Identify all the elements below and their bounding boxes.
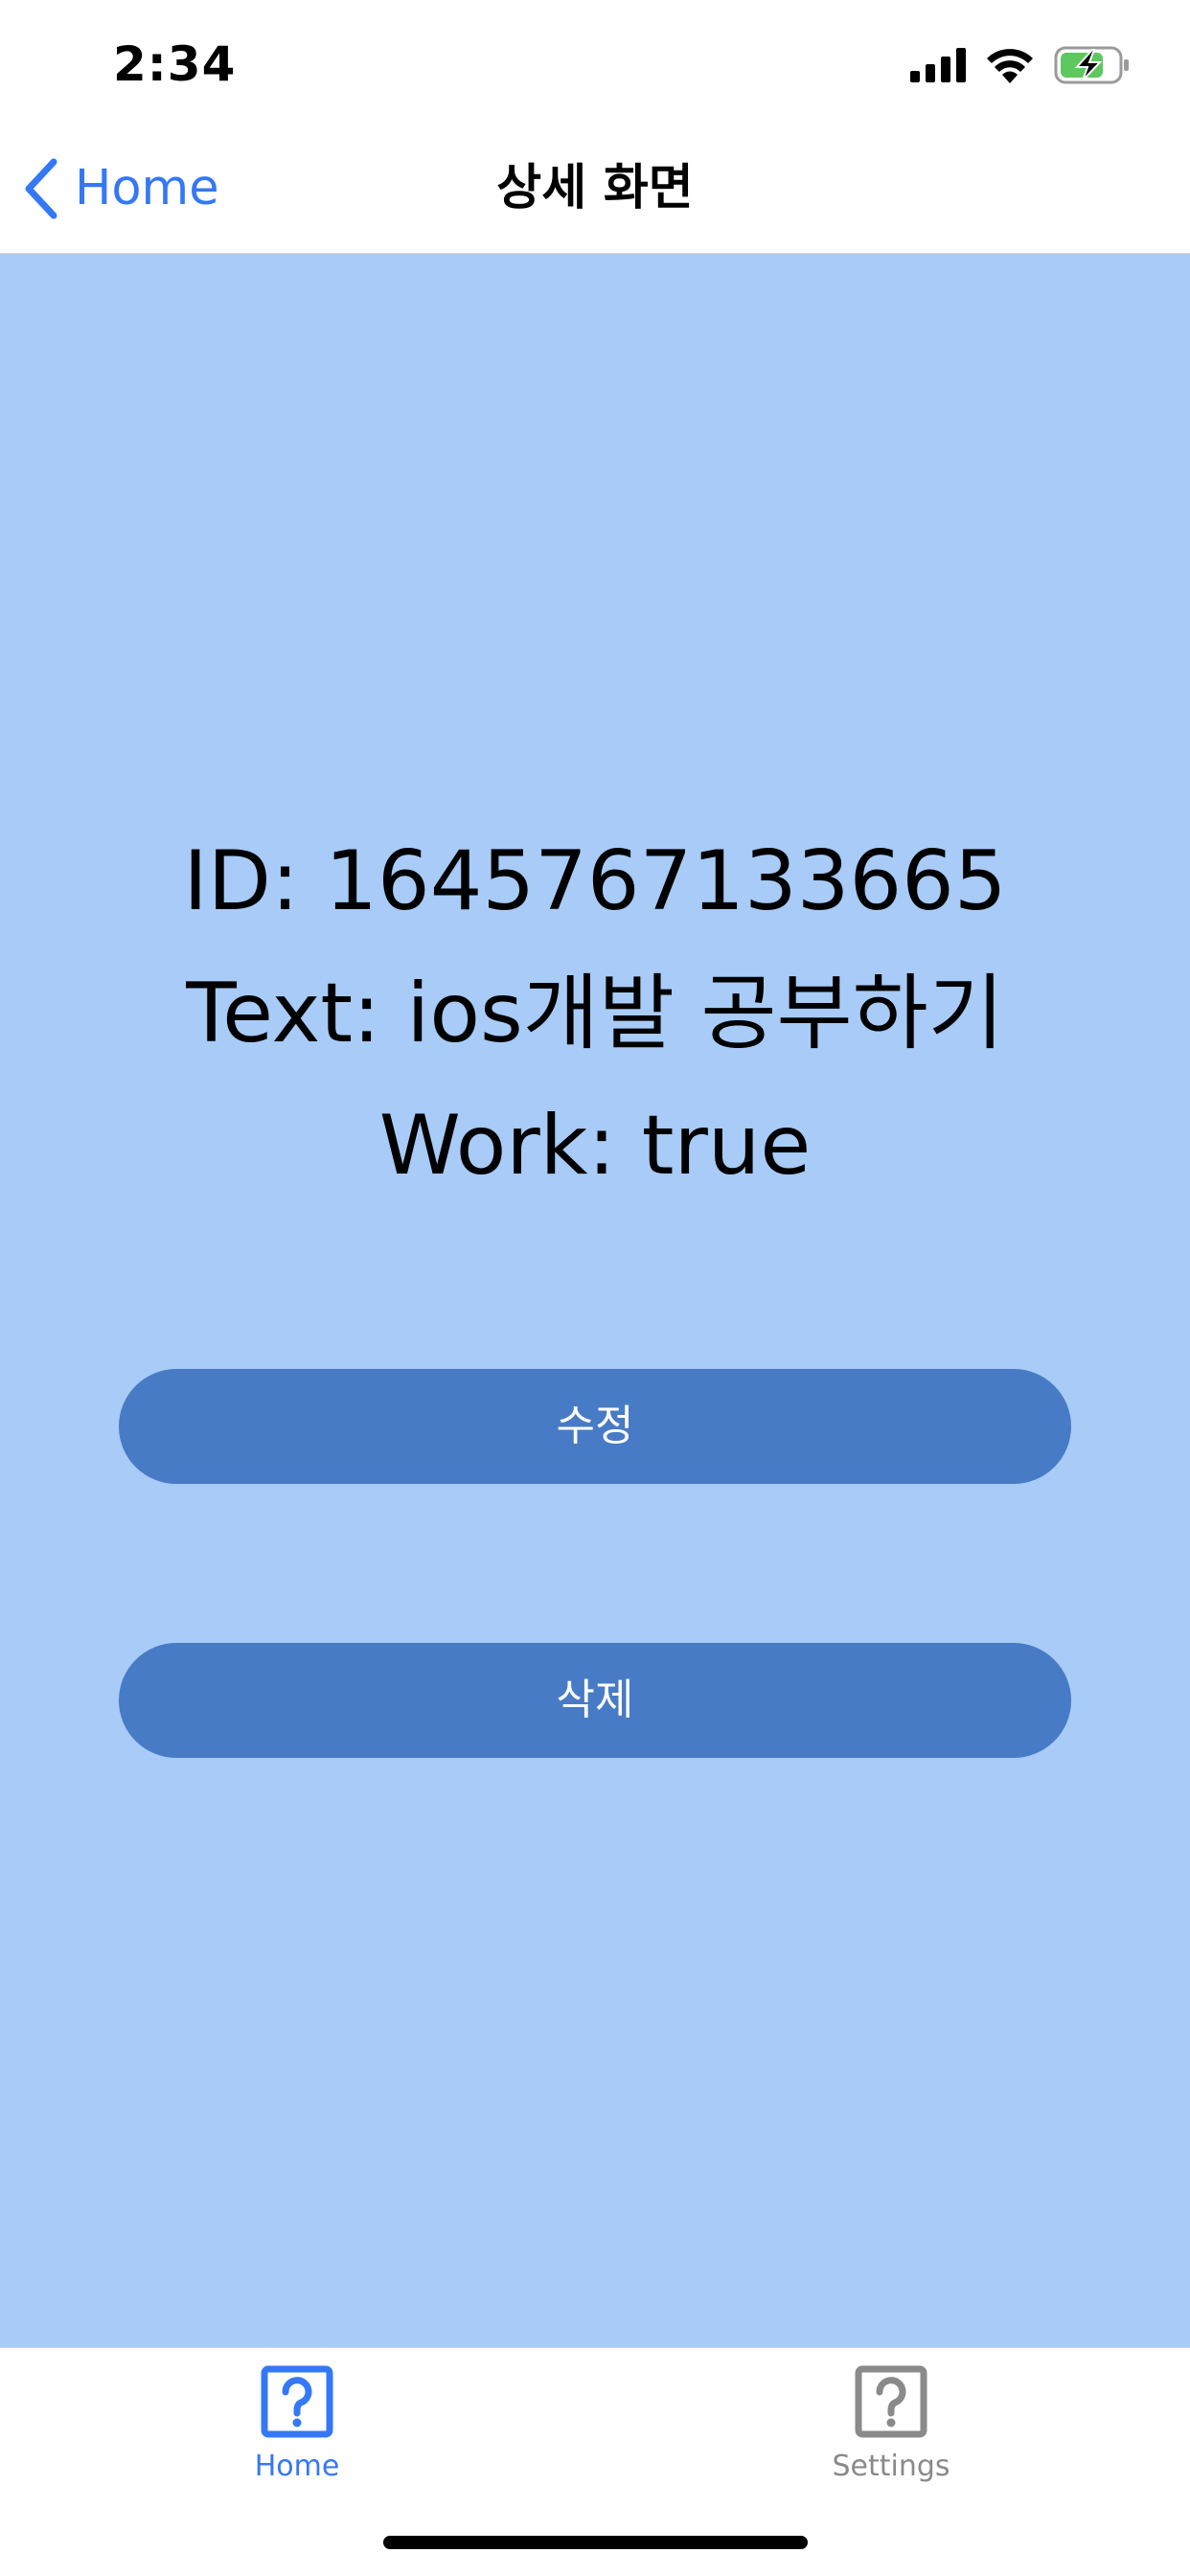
detail-content: ID: 1645767133665 Text: ios개발 공부하기 Work:… bbox=[0, 254, 1190, 2347]
detail-id: ID: 1645767133665 bbox=[183, 833, 1007, 929]
detail-text: Text: ios개발 공부하기 bbox=[186, 966, 1004, 1061]
question-mark-icon bbox=[261, 2365, 333, 2438]
tab-settings-label: Settings bbox=[832, 2450, 950, 2483]
question-mark-icon bbox=[855, 2365, 927, 2438]
tab-home-label: Home bbox=[254, 2450, 340, 2483]
tab-settings[interactable]: Settings bbox=[747, 2365, 1035, 2486]
navigation-bar: Home 상세 화면 bbox=[0, 126, 1190, 254]
home-indicator[interactable] bbox=[383, 2536, 808, 2549]
cellular-signal-icon bbox=[910, 48, 966, 82]
delete-button[interactable]: 삭제 bbox=[119, 1643, 1071, 1758]
status-icons bbox=[910, 42, 1131, 88]
status-time: 2:34 bbox=[113, 36, 237, 92]
battery-charging-icon bbox=[1054, 46, 1129, 84]
wifi-icon bbox=[987, 49, 1033, 83]
status-bar: 2:34 bbox=[0, 0, 1190, 126]
detail-work: Work: true bbox=[378, 1098, 812, 1194]
page-title: 상세 화면 bbox=[496, 160, 694, 217]
tab-home[interactable]: Home bbox=[153, 2365, 441, 2486]
edit-button[interactable]: 수정 bbox=[119, 1369, 1071, 1484]
